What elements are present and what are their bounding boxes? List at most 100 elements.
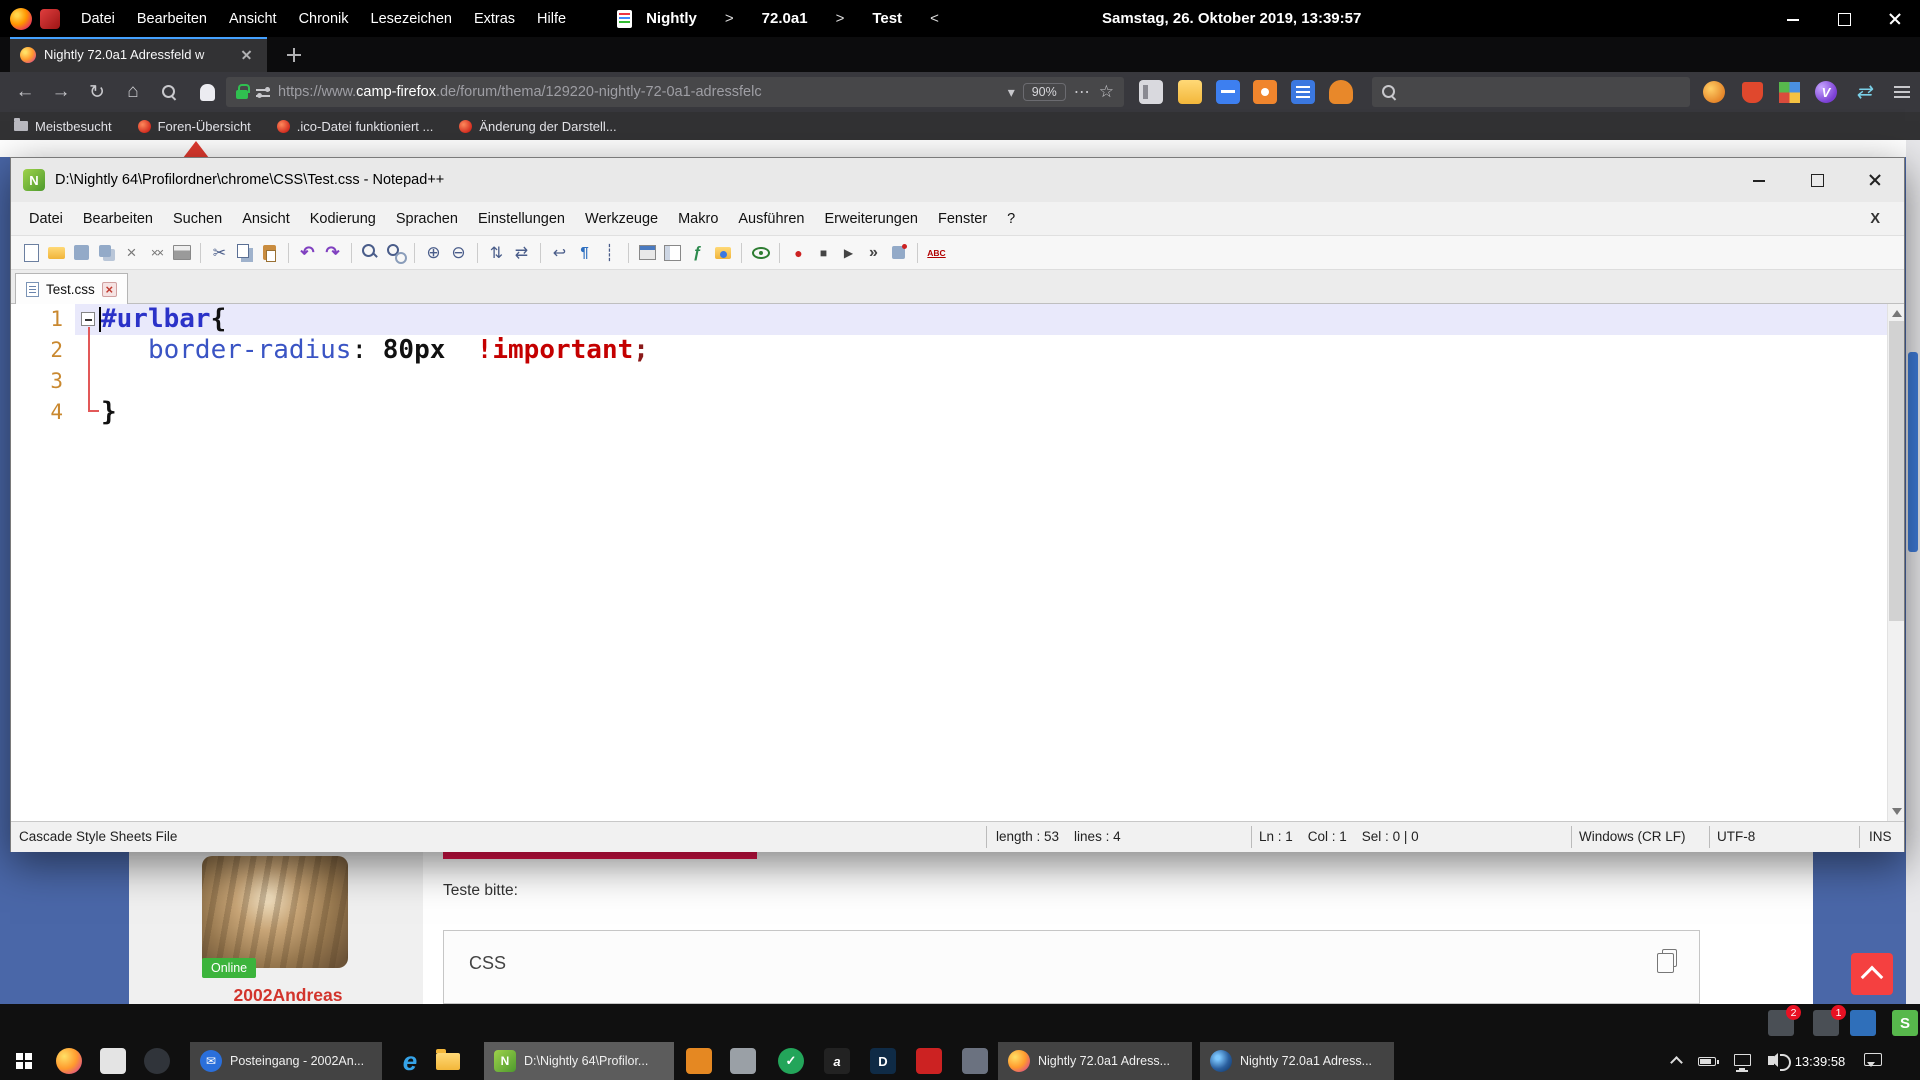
find-icon[interactable] — [359, 241, 382, 264]
copy-icon[interactable] — [233, 241, 256, 264]
taskbar-button-notepadpp[interactable]: D:\Nightly 64\Profilor... — [484, 1042, 674, 1080]
status-encoding[interactable]: UTF-8 — [1717, 822, 1755, 851]
menu-kodierung[interactable]: Kodierung — [300, 211, 386, 227]
menu-einstellungen[interactable]: Einstellungen — [468, 211, 575, 227]
video-download-helper-icon[interactable] — [1812, 79, 1840, 105]
network-icon[interactable] — [1734, 1054, 1751, 1066]
new-tab-button[interactable] — [280, 41, 308, 69]
cut-icon[interactable] — [208, 241, 231, 264]
start-button[interactable] — [0, 1042, 48, 1080]
battery-icon[interactable] — [1698, 1057, 1716, 1066]
home-button[interactable]: ⌂ — [118, 77, 148, 107]
macro-save-icon[interactable] — [887, 241, 910, 264]
menu-ansicht[interactable]: Ansicht — [218, 11, 288, 27]
page-scrollbar-thumb[interactable] — [1908, 352, 1918, 552]
editor-scrollbar-thumb[interactable] — [1889, 321, 1904, 621]
menu-bearbeiten[interactable]: Bearbeiten — [73, 211, 163, 227]
print-icon[interactable] — [170, 241, 193, 264]
reading-list-extension-icon[interactable] — [1291, 80, 1315, 104]
maximize-button[interactable] — [1818, 0, 1869, 37]
minimize-button[interactable] — [1767, 0, 1818, 37]
reload-button[interactable]: ↻ — [82, 77, 112, 107]
menu-datei[interactable]: Datei — [19, 211, 73, 227]
macro-record-icon[interactable] — [787, 241, 810, 264]
sync-vertical-icon[interactable] — [485, 241, 508, 264]
code-editor[interactable]: 1 2 3 4 #urlbar{ border-radius: 80px !im… — [11, 304, 1904, 821]
fold-collapse-icon[interactable] — [81, 312, 95, 326]
minimize-button[interactable] — [1730, 158, 1788, 202]
taskbar-app-icon-7[interactable] — [962, 1048, 988, 1074]
tray-overflow-icon-1[interactable]: 2 — [1768, 1010, 1794, 1036]
screenshot-extension-icon[interactable] — [1253, 80, 1277, 104]
page-actions-icon[interactable]: ⋯ — [1074, 82, 1091, 102]
search-input[interactable] — [1372, 77, 1690, 107]
menu-ausfuehren[interactable]: Ausführen — [728, 211, 814, 227]
page-scrollbar[interactable] — [1906, 140, 1920, 1004]
bookmark-aenderung[interactable]: Änderung der Darstell... — [459, 119, 616, 134]
show-all-characters-icon[interactable] — [573, 241, 596, 264]
new-file-icon[interactable] — [20, 241, 43, 264]
copy-code-icon[interactable] — [1662, 949, 1677, 967]
taskbar-app-icon-3[interactable] — [778, 1048, 804, 1074]
back-button[interactable]: ← — [10, 77, 40, 107]
word-wrap-icon[interactable] — [548, 241, 571, 264]
bookmark-meistbesucht[interactable]: Meistbesucht — [14, 119, 112, 134]
macro-play-icon[interactable] — [837, 241, 860, 264]
taskbar-pinned-icon-3[interactable] — [144, 1048, 170, 1074]
status-eol-format[interactable]: Windows (CR LF) — [1579, 822, 1686, 851]
url-text[interactable]: https://www.camp-firefox.de/forum/thema/… — [278, 84, 1000, 100]
indent-guide-icon[interactable] — [598, 241, 621, 264]
undo-icon[interactable] — [296, 241, 319, 264]
menu-hilfe[interactable]: Hilfe — [526, 11, 577, 27]
monitoring-icon[interactable] — [749, 241, 772, 264]
forward-button[interactable]: → — [46, 77, 76, 107]
taskbar-app-icon-4[interactable] — [824, 1048, 850, 1074]
bookmark-star-icon[interactable]: ☆ — [1099, 82, 1114, 102]
spell-check-icon[interactable] — [925, 241, 948, 264]
sync-icon[interactable] — [1850, 79, 1878, 105]
menu-datei[interactable]: Datei — [70, 11, 126, 27]
username-link[interactable]: 2002Andreas — [198, 985, 378, 1004]
menu-help[interactable]: ? — [997, 211, 1025, 227]
scroll-down-icon[interactable] — [1892, 808, 1902, 815]
volume-icon[interactable] — [1768, 1056, 1774, 1065]
permissions-icon[interactable] — [256, 86, 270, 98]
taskbar-app-icon-5[interactable] — [870, 1048, 896, 1074]
close-file-icon[interactable] — [120, 241, 143, 264]
tab-close-icon[interactable] — [238, 47, 254, 63]
menu-erweiterungen[interactable]: Erweiterungen — [815, 211, 929, 227]
open-file-icon[interactable] — [45, 241, 68, 264]
app-menu-icon[interactable] — [1888, 79, 1916, 105]
menu-lesezeichen[interactable]: Lesezeichen — [360, 11, 463, 27]
bookmark-foren-uebersicht[interactable]: Foren-Übersicht — [138, 119, 251, 134]
menu-werkzeuge[interactable]: Werkzeuge — [575, 211, 668, 227]
bookmark-ico-datei[interactable]: .ico-Datei funktioniert ... — [277, 119, 434, 134]
taskbar-pinned-icon-2[interactable] — [100, 1048, 126, 1074]
menu-extras[interactable]: Extras — [463, 11, 526, 27]
folder-as-workspace-icon[interactable] — [711, 241, 734, 264]
avatar[interactable] — [202, 856, 348, 968]
session-manager-extension-icon[interactable] — [1775, 79, 1803, 105]
menu-ansicht[interactable]: Ansicht — [232, 211, 300, 227]
browser-tab-active[interactable]: Nightly 72.0a1 Adressfeld w — [10, 37, 267, 72]
menu-chronik[interactable]: Chronik — [288, 11, 360, 27]
macro-stop-icon[interactable] — [812, 241, 835, 264]
paste-icon[interactable] — [258, 241, 281, 264]
taskbar-app-icon-1[interactable] — [686, 1048, 712, 1074]
tray-overflow-icon-2[interactable]: 1 — [1813, 1010, 1839, 1036]
taskbar-button-thunderbird[interactable]: Posteingang - 2002An... — [190, 1042, 382, 1080]
tampermonkey-extension-icon[interactable] — [1700, 79, 1728, 105]
taskbar-clock[interactable]: 13:39:58 — [1788, 1042, 1852, 1080]
menu-makro[interactable]: Makro — [668, 211, 728, 227]
search-icon[interactable] — [154, 77, 184, 107]
status-length-lines[interactable]: length : 53 lines : 4 — [996, 822, 1121, 851]
sync-horizontal-icon[interactable] — [510, 241, 533, 264]
ublock-origin-icon[interactable] — [1738, 79, 1766, 105]
sidebar-toggle-icon[interactable] — [1139, 80, 1163, 104]
zoom-in-icon[interactable] — [422, 241, 445, 264]
zoom-out-icon[interactable] — [447, 241, 470, 264]
close-button[interactable] — [1869, 0, 1920, 37]
urlbar-dropdown-icon[interactable]: ▾ — [1008, 84, 1015, 101]
user-defined-dialog-icon[interactable] — [636, 241, 659, 264]
scroll-to-top-button[interactable] — [1851, 953, 1893, 995]
